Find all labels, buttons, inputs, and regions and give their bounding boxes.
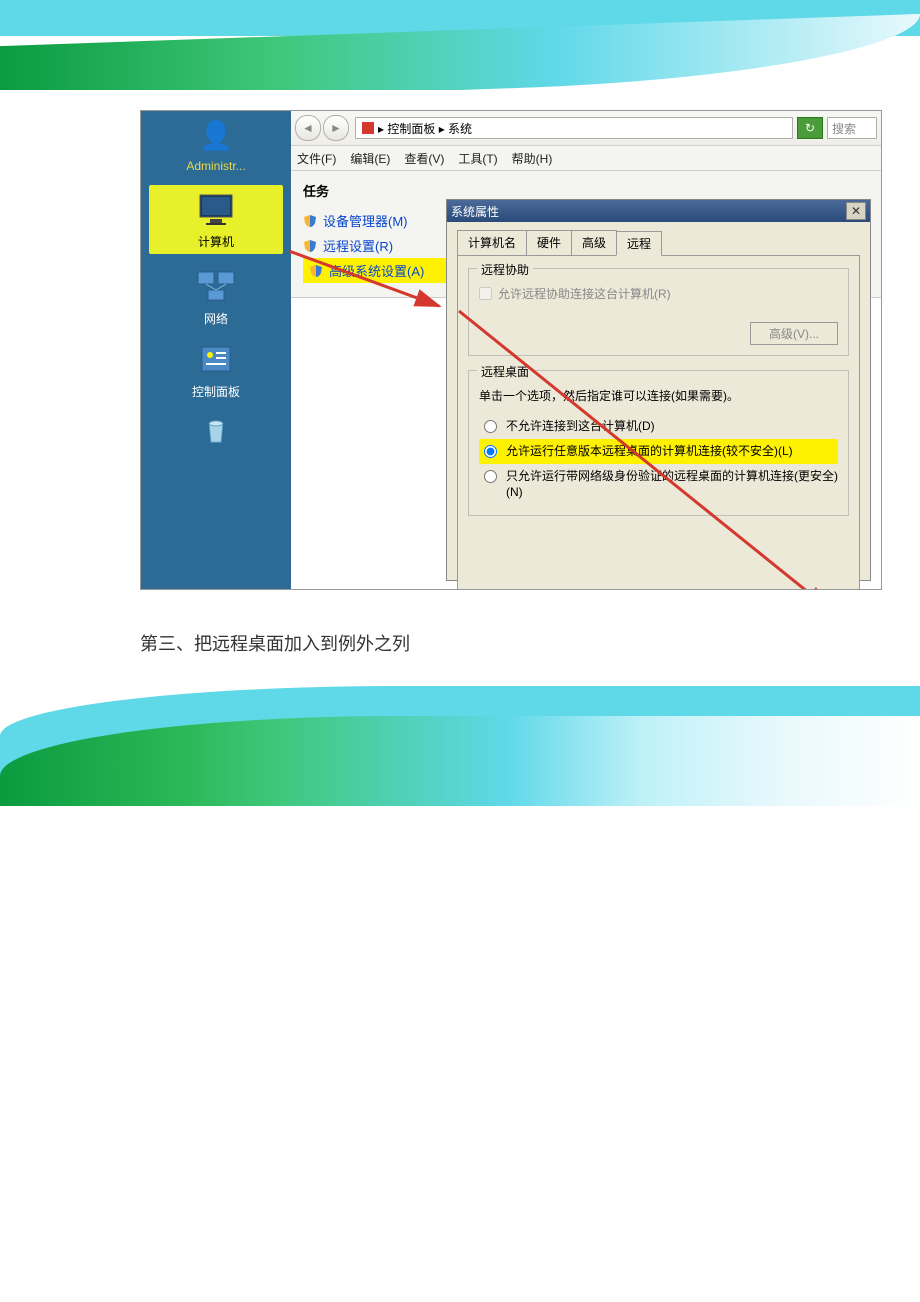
desktop-sidebar: 👤 Administr... 计算机 网络 控制面板 <box>141 111 291 589</box>
tab-remote[interactable]: 远程 <box>616 231 662 256</box>
tab-advanced[interactable]: 高级 <box>571 230 617 255</box>
tasks-heading: 任务 <box>303 181 869 200</box>
checkbox-input <box>479 287 492 300</box>
tab-body-remote: 远程协助 允许远程协助连接这台计算机(R) 高级(V)... 远程桌面 单击一个… <box>457 255 860 590</box>
radio-input[interactable] <box>484 420 497 433</box>
nav-forward-button[interactable]: ► <box>323 115 349 141</box>
menu-edit[interactable]: 编辑(E) <box>350 150 390 167</box>
search-placeholder: 搜索 <box>832 120 856 137</box>
task-link-label: 远程设置(R) <box>323 236 393 255</box>
advanced-button: 高级(V)... <box>750 322 838 345</box>
desktop-icon-computer[interactable]: 计算机 <box>149 185 283 254</box>
radio-input[interactable] <box>484 470 497 483</box>
address-bar: ◄ ► ▸ 控制面板 ▸ 系统 ↻ 搜索 <box>291 111 881 146</box>
recycle-bin-icon <box>192 412 240 452</box>
radio-label: 不允许连接到这台计算机(D) <box>506 418 655 435</box>
user-icon: 👤 <box>192 115 240 155</box>
task-link-label: 设备管理器(M) <box>323 211 408 230</box>
content-area: 👤 Administr... 计算机 网络 控制面板 <box>0 90 920 656</box>
nav-buttons: ◄ ► <box>295 115 349 141</box>
remote-desktop-instruction: 单击一个选项，然后指定谁可以连接(如果需要)。 <box>479 387 838 404</box>
refresh-button[interactable]: ↻ <box>797 117 823 139</box>
screenshot-container: 👤 Administr... 计算机 网络 控制面板 <box>140 110 882 590</box>
desktop-icon-network[interactable]: 网络 <box>141 260 291 333</box>
radio-disallow-connections[interactable]: 不允许连接到这台计算机(D) <box>479 414 838 439</box>
desktop-icon-label: 控制面板 <box>192 385 240 399</box>
breadcrumb-text: ▸ 控制面板 ▸ 系统 <box>378 120 472 137</box>
monitor-icon <box>192 189 240 229</box>
radio-input[interactable] <box>484 445 497 458</box>
system-properties-dialog: 系统属性 ✕ 计算机名 硬件 高级 远程 远程协助 允许远程协助连接这台计算机(… <box>446 199 871 581</box>
desktop-icon-admin[interactable]: 👤 Administr... <box>141 111 291 179</box>
dialog-titlebar[interactable]: 系统属性 ✕ <box>447 200 870 222</box>
group-title: 远程协助 <box>477 261 533 278</box>
close-button[interactable]: ✕ <box>846 202 866 220</box>
radio-label: 允许运行任意版本远程桌面的计算机连接(较不安全)(L) <box>506 443 793 460</box>
search-field[interactable]: 搜索 <box>827 117 877 139</box>
desktop-icon-recycle-bin[interactable] <box>141 406 291 462</box>
menu-file[interactable]: 文件(F) <box>297 150 336 167</box>
folder-flag-icon <box>362 122 374 134</box>
menu-help[interactable]: 帮助(H) <box>512 150 553 167</box>
group-title: 远程桌面 <box>477 363 533 380</box>
checkbox-label: 允许远程协助连接这台计算机(R) <box>498 285 671 302</box>
menu-tools[interactable]: 工具(T) <box>458 150 497 167</box>
decorative-wave-top <box>0 0 920 90</box>
network-icon <box>192 266 240 306</box>
shield-icon <box>303 214 317 228</box>
shield-icon <box>303 239 317 253</box>
task-link-label: 高级系统设置(A) <box>329 261 424 280</box>
breadcrumb-field[interactable]: ▸ 控制面板 ▸ 系统 <box>355 117 793 139</box>
radio-label: 只允许运行带网络级身份验证的远程桌面的计算机连接(更安全)(N) <box>506 468 838 502</box>
tab-computer-name[interactable]: 计算机名 <box>457 230 527 255</box>
tab-hardware[interactable]: 硬件 <box>526 230 572 255</box>
control-panel-icon <box>192 339 240 379</box>
dialog-tabs: 计算机名 硬件 高级 远程 <box>457 230 860 255</box>
nav-back-button[interactable]: ◄ <box>295 115 321 141</box>
desktop-icon-label: Administr... <box>186 159 245 173</box>
group-remote-desktop: 远程桌面 单击一个选项，然后指定谁可以连接(如果需要)。 不允许连接到这台计算机… <box>468 370 849 516</box>
decorative-wave-bottom <box>0 686 920 966</box>
desktop-icon-label: 网络 <box>204 312 228 326</box>
checkbox-allow-remote-assist: 允许远程协助连接这台计算机(R) <box>479 285 838 302</box>
shield-icon <box>309 264 323 278</box>
desktop-icon-label: 计算机 <box>198 235 234 249</box>
radio-allow-any-version[interactable]: 允许运行任意版本远程桌面的计算机连接(较不安全)(L) <box>479 439 838 464</box>
step-caption: 第三、把远程桌面加入到例外之列 <box>140 630 780 656</box>
menu-bar: 文件(F) 编辑(E) 查看(V) 工具(T) 帮助(H) <box>291 146 881 171</box>
desktop-icon-control-panel[interactable]: 控制面板 <box>141 333 291 406</box>
dialog-title: 系统属性 <box>451 203 499 220</box>
radio-allow-nla-only[interactable]: 只允许运行带网络级身份验证的远程桌面的计算机连接(更安全)(N) <box>479 464 838 506</box>
menu-view[interactable]: 查看(V) <box>404 150 444 167</box>
group-remote-assist: 远程协助 允许远程协助连接这台计算机(R) 高级(V)... <box>468 268 849 356</box>
